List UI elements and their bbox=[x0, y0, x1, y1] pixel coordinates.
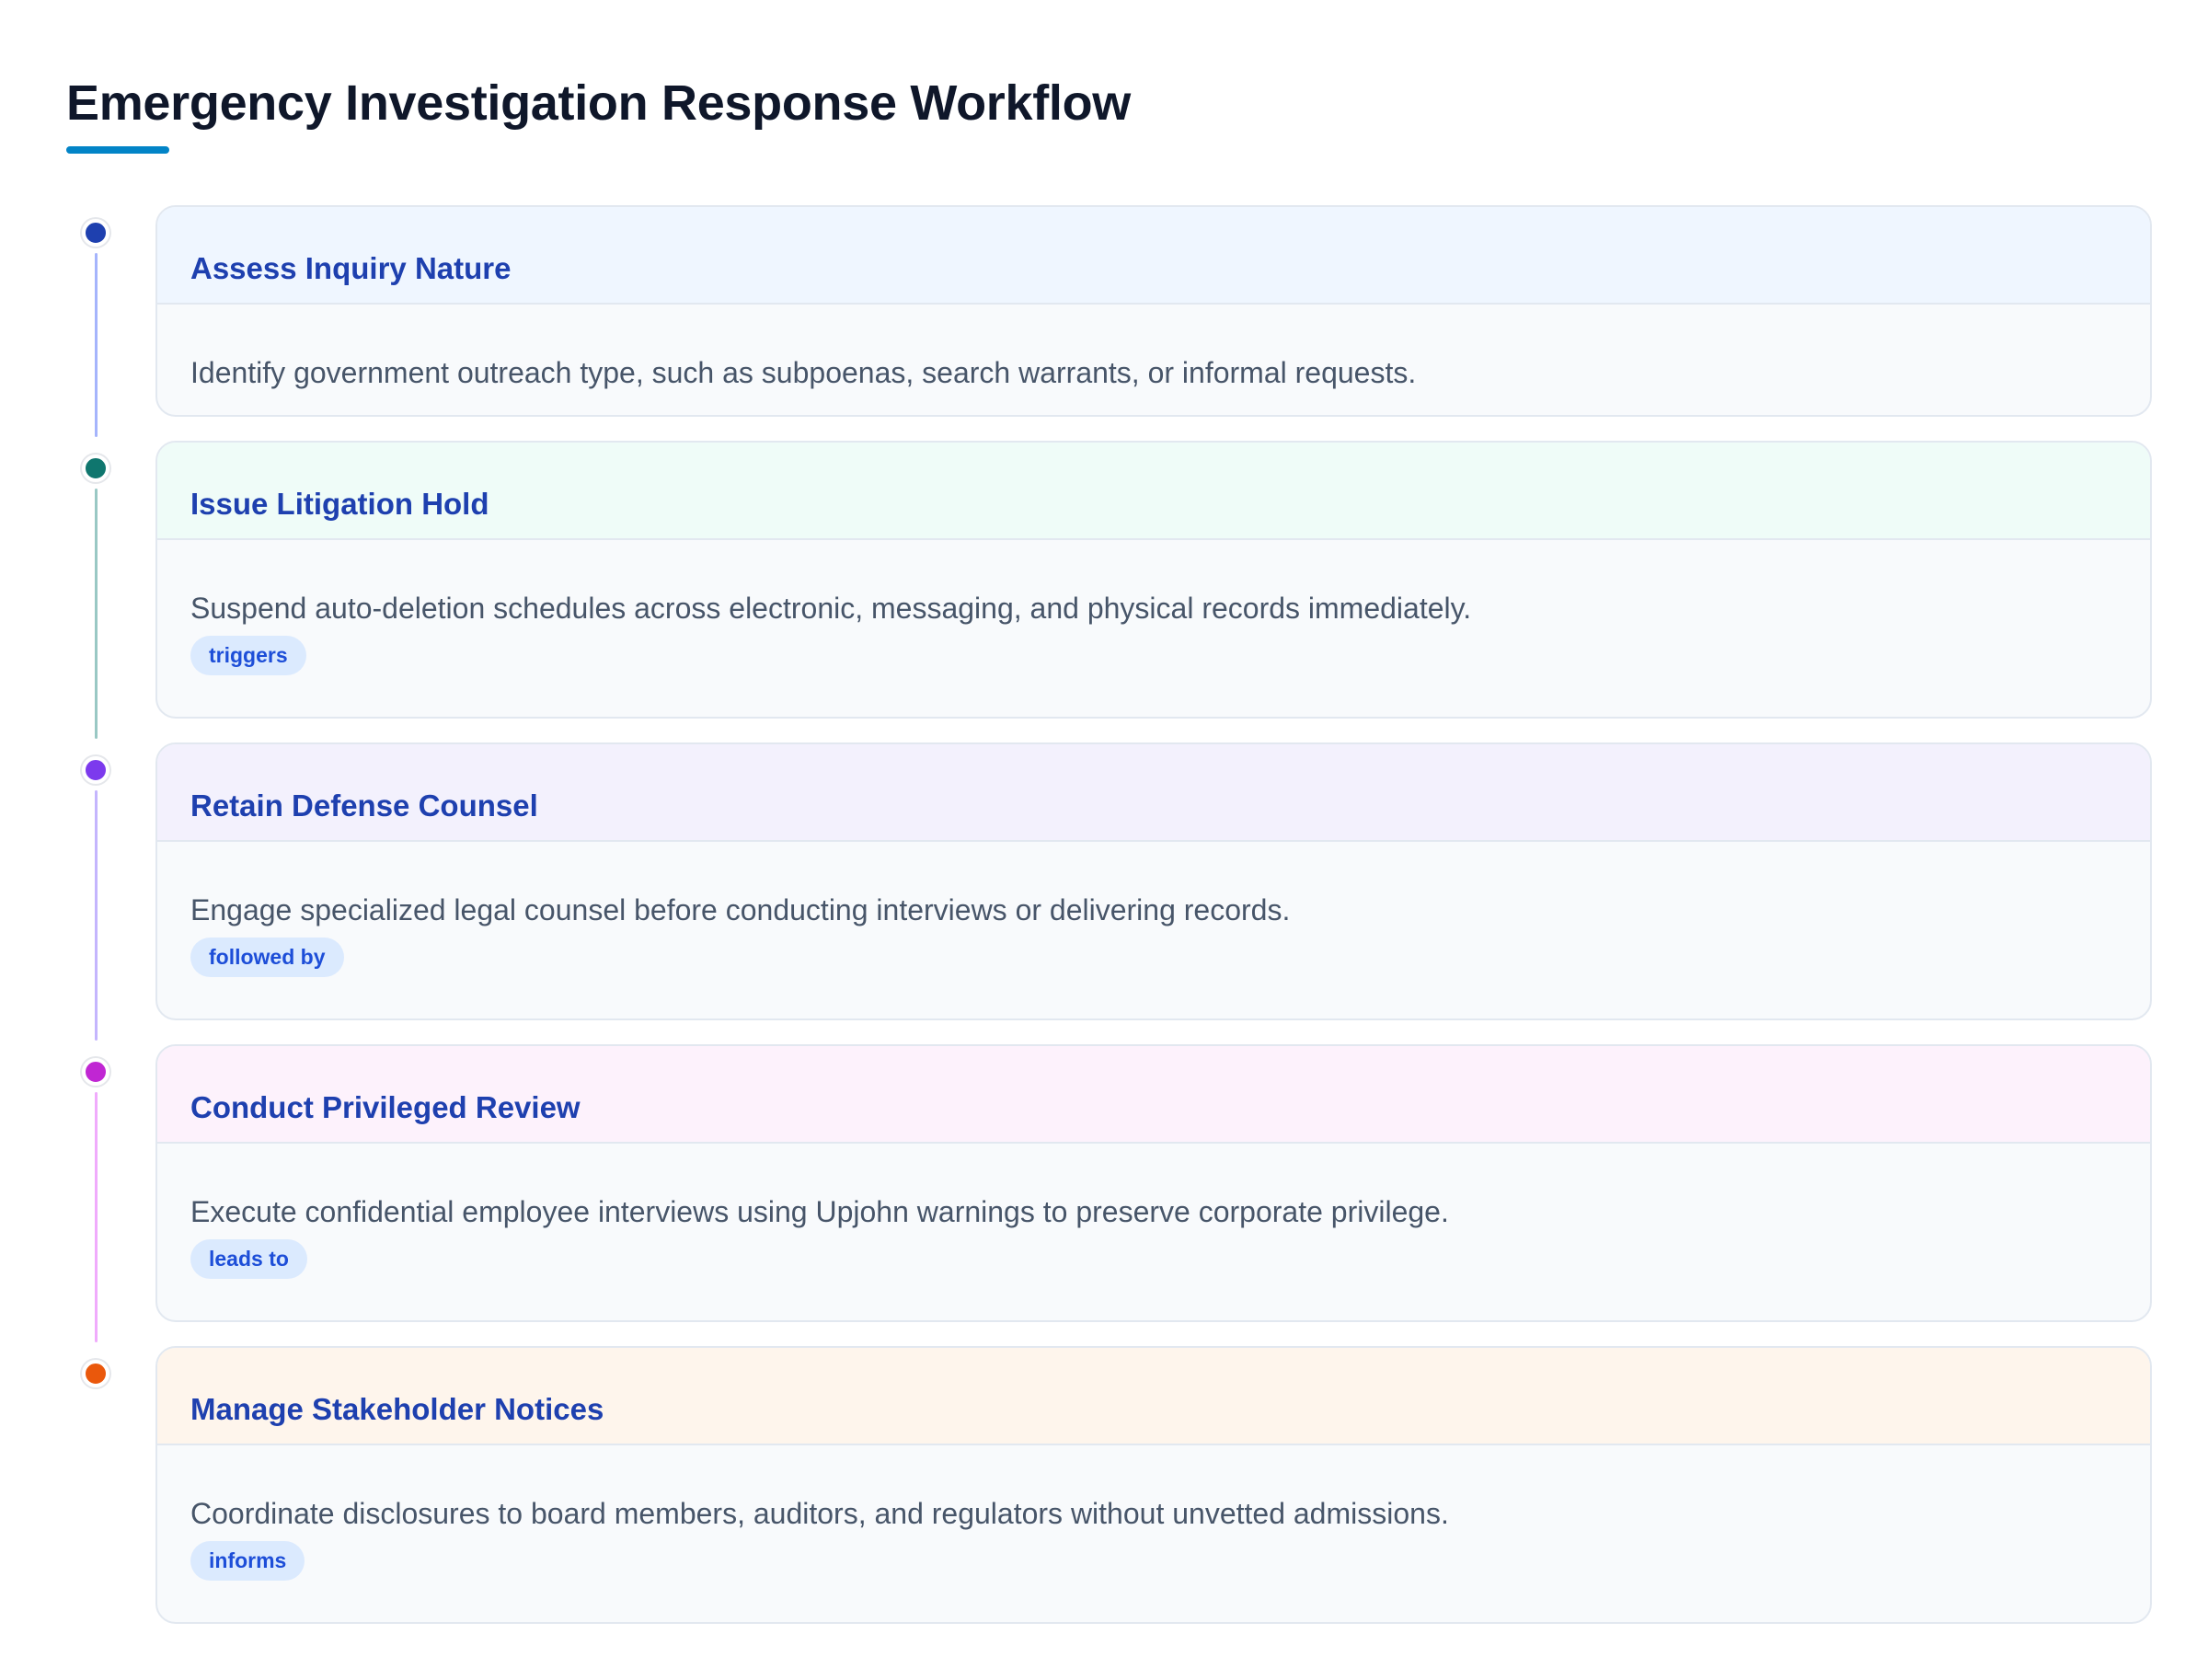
step-card: Conduct Privileged Review Execute confid… bbox=[155, 1043, 2152, 1322]
workflow-timeline: Assess Inquiry Nature Identify governmen… bbox=[66, 204, 2152, 1624]
relation-badge: informs bbox=[190, 1540, 305, 1581]
workflow-step-litigation-hold: Issue Litigation Hold Suspend auto-delet… bbox=[66, 440, 2152, 739]
workflow-step-stakeholder-notices: Manage Stakeholder Notices Coordinate di… bbox=[66, 1345, 2152, 1624]
step-card: Manage Stakeholder Notices Coordinate di… bbox=[155, 1345, 2152, 1624]
step-card-body: Identify government outreach type, such … bbox=[157, 305, 2150, 387]
step-description: Suspend auto-deletion schedules across e… bbox=[190, 591, 1472, 625]
step-card-header: Conduct Privileged Review bbox=[157, 1045, 2150, 1144]
step-title: Issue Litigation Hold bbox=[190, 486, 489, 521]
step-description: Coordinate disclosures to board members,… bbox=[190, 1496, 1449, 1530]
step-connector-line bbox=[95, 488, 98, 739]
step-card: Retain Defense Counsel Engage specialize… bbox=[155, 742, 2152, 1020]
step-marker-dot bbox=[82, 1057, 109, 1086]
step-connector-line bbox=[95, 1091, 98, 1342]
step-description: Engage specialized legal counsel before … bbox=[190, 892, 1291, 926]
step-card-body: Suspend auto-deletion schedules across e… bbox=[157, 540, 2150, 675]
step-connector-line bbox=[95, 252, 98, 437]
relation-badge: triggers bbox=[190, 635, 306, 675]
step-title: Manage Stakeholder Notices bbox=[190, 1391, 604, 1426]
workflow-page: Emergency Investigation Response Workflo… bbox=[0, 0, 2208, 1680]
workflow-step-privileged-review: Conduct Privileged Review Execute confid… bbox=[66, 1043, 2152, 1342]
step-card: Assess Inquiry Nature Identify governmen… bbox=[155, 204, 2152, 417]
step-marker-dot bbox=[82, 755, 109, 784]
step-card-body: Engage specialized legal counsel before … bbox=[157, 842, 2150, 977]
relation-badge: leads to bbox=[190, 1238, 307, 1279]
step-connector-line bbox=[95, 789, 98, 1041]
step-title: Assess Inquiry Nature bbox=[190, 250, 512, 285]
title-underline bbox=[66, 145, 169, 154]
relation-badge: followed by bbox=[190, 937, 344, 977]
step-marker-dot bbox=[82, 218, 109, 247]
step-title: Retain Defense Counsel bbox=[190, 788, 538, 823]
step-card-header: Manage Stakeholder Notices bbox=[157, 1347, 2150, 1445]
step-title: Conduct Privileged Review bbox=[190, 1089, 581, 1124]
step-description: Identify government outreach type, such … bbox=[190, 355, 1417, 389]
step-card-header: Issue Litigation Hold bbox=[157, 442, 2150, 540]
step-card: Issue Litigation Hold Suspend auto-delet… bbox=[155, 440, 2152, 719]
workflow-step-assess-inquiry: Assess Inquiry Nature Identify governmen… bbox=[66, 204, 2152, 437]
step-card-body: Execute confidential employee interviews… bbox=[157, 1144, 2150, 1279]
step-card-body: Coordinate disclosures to board members,… bbox=[157, 1445, 2150, 1581]
step-description: Execute confidential employee interviews… bbox=[190, 1194, 1449, 1228]
workflow-step-defense-counsel: Retain Defense Counsel Engage specialize… bbox=[66, 742, 2152, 1041]
page-title: Emergency Investigation Response Workflo… bbox=[66, 75, 1131, 131]
step-card-header: Assess Inquiry Nature bbox=[157, 206, 2150, 305]
step-marker-dot bbox=[82, 454, 109, 482]
step-marker-dot bbox=[82, 1359, 109, 1387]
step-card-header: Retain Defense Counsel bbox=[157, 743, 2150, 842]
